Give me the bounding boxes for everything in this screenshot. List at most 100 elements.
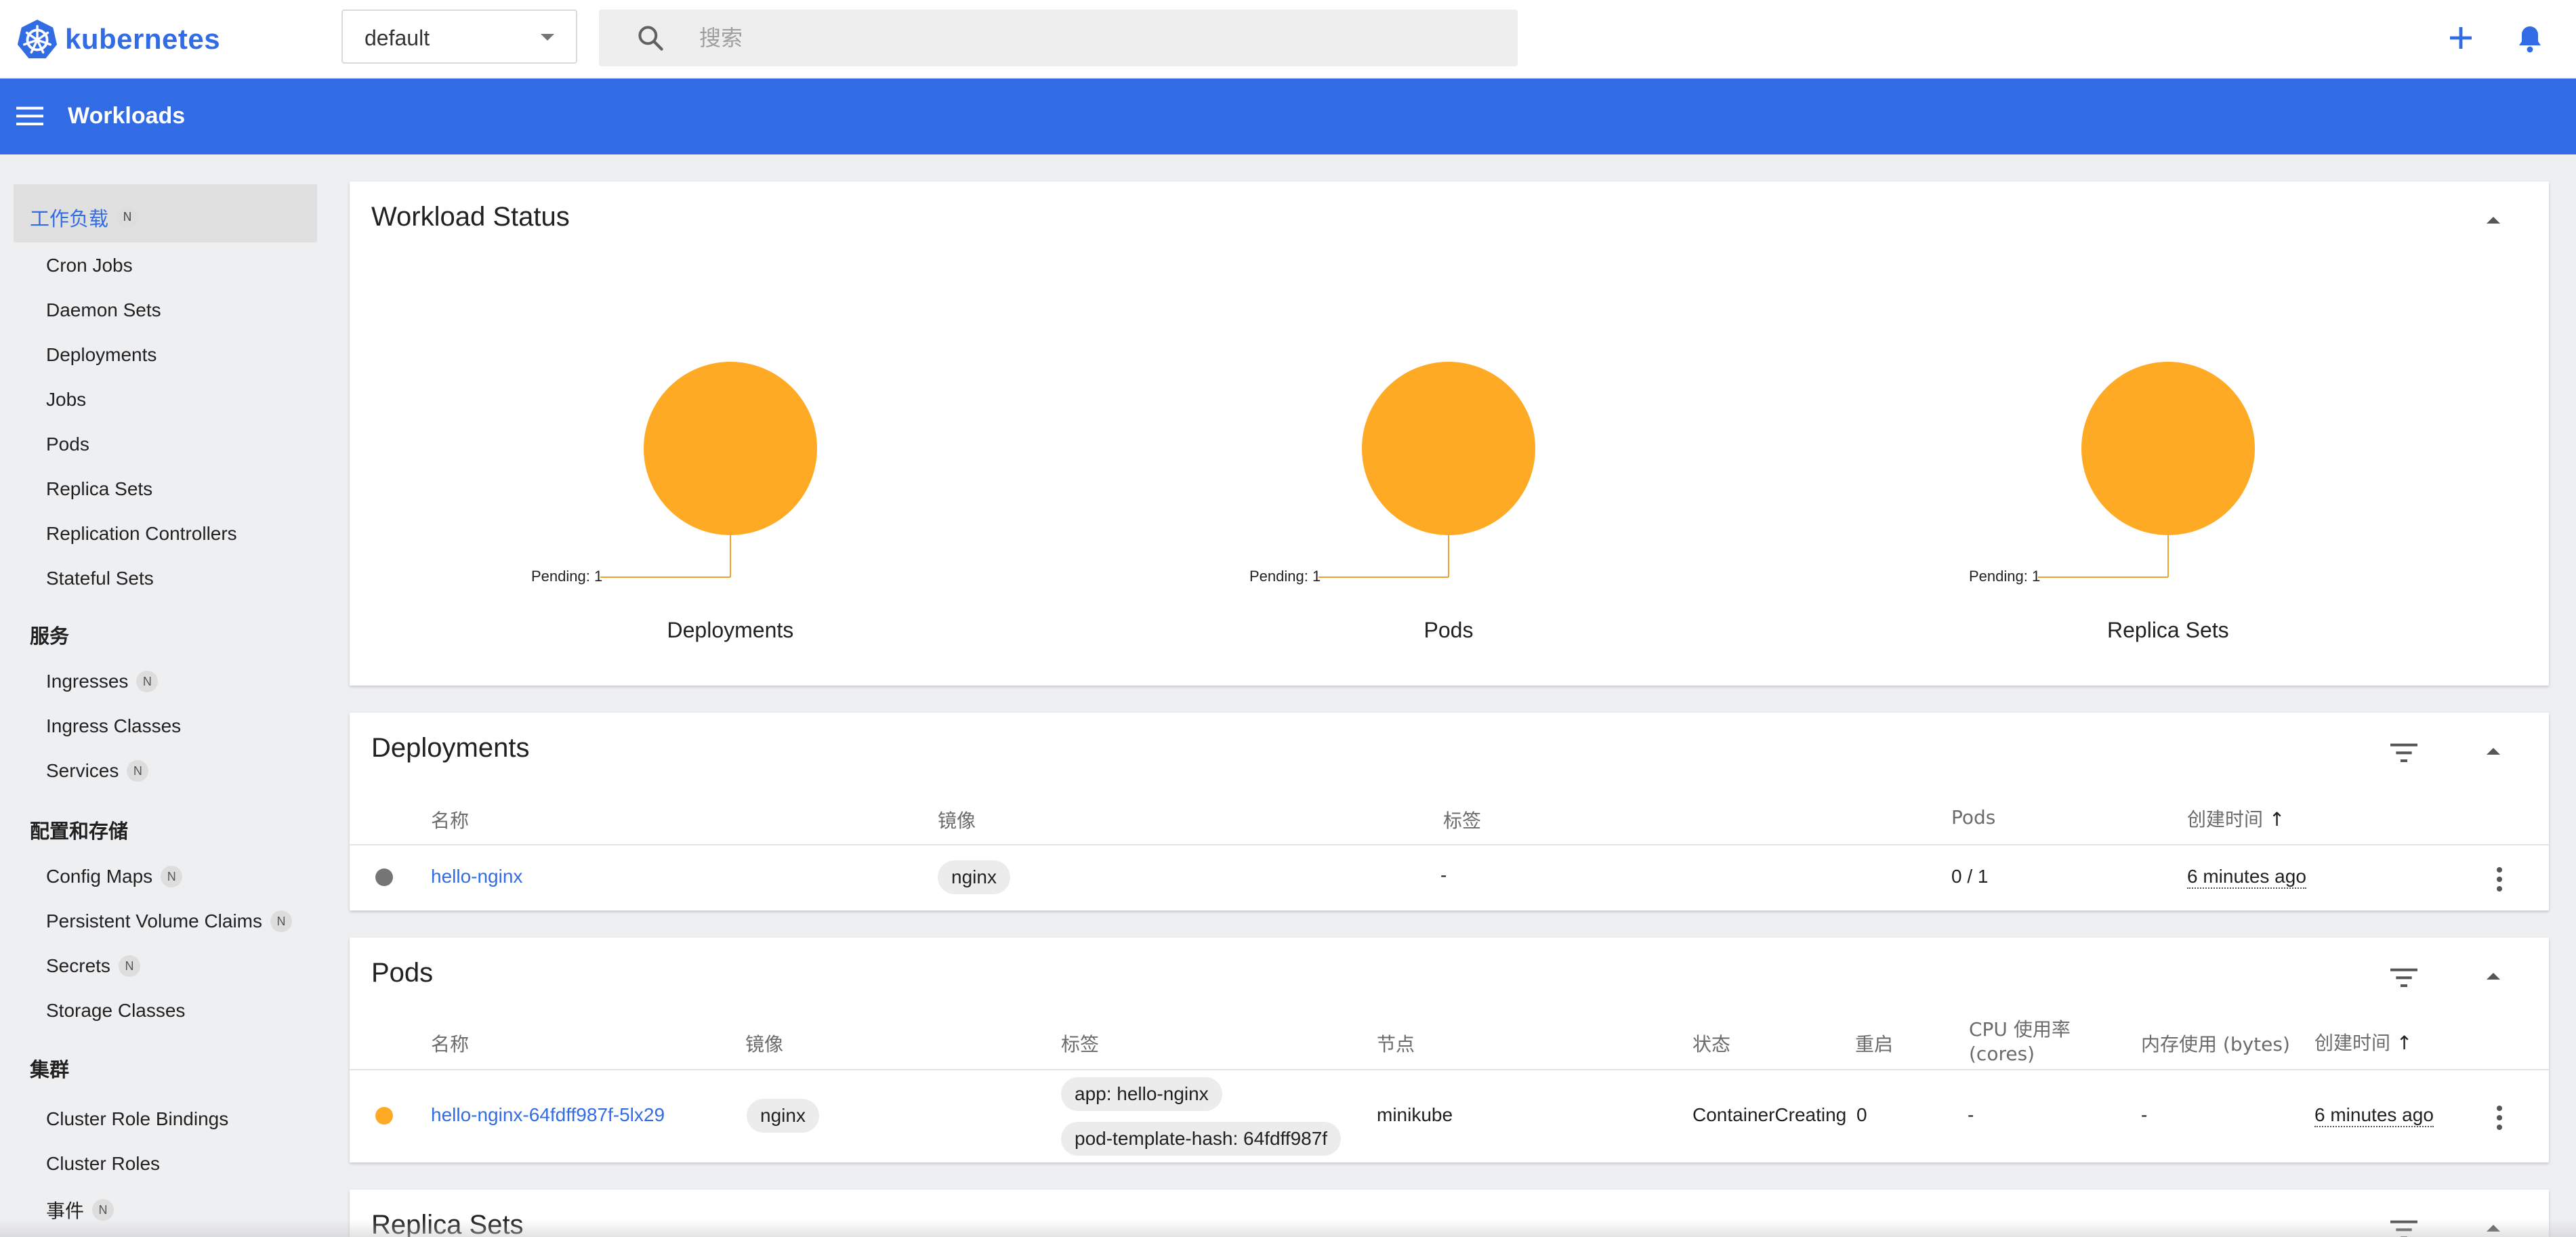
col-header-created[interactable]: 创建时间 ↑ [2187,805,2285,832]
col-header-labels[interactable]: 标签 [1443,806,1481,833]
sort-up-arrow-icon: ↑ [2396,1032,2413,1054]
col-header-name[interactable]: 名称 [431,1030,469,1057]
sidebar-group-label: 集群 [30,1058,70,1081]
top-bar: kubernetes default [0,0,2576,79]
notifications-bell-icon[interactable] [2514,22,2546,56]
logo-text: kubernetes [65,23,221,55]
legend-leader-line [2167,535,2169,577]
sidebar-item-ingresses[interactable]: Ingresses N [46,669,159,692]
namespace-select[interactable]: default [341,9,577,64]
namespace-value: default [365,26,430,50]
namespaced-badge: N [117,207,139,228]
col-header-cpu[interactable]: CPU 使用率 (cores) [1969,1018,2104,1066]
sort-up-arrow-icon: ↑ [2268,808,2285,831]
col-header-created[interactable]: 创建时间 ↑ [2314,1028,2412,1055]
sidebar-item-cron-jobs[interactable]: Cron Jobs [46,253,133,276]
sidebar-item-config-maps[interactable]: Config Maps N [46,864,183,887]
pending-legend-label: Pending: 1 [531,568,603,585]
pods-card: Pods 名称 镜像 标签 节点 状态 重启 CPU 使用率 (cores) 内… [350,938,2549,1162]
sidebar-item-daemon-sets[interactable]: Daemon Sets [46,298,161,321]
row-divider [350,844,2549,845]
image-chip: nginx [938,860,1010,894]
more-vert-icon[interactable] [2496,867,2503,894]
col-header-pods[interactable]: Pods [1951,806,1995,829]
col-header-image[interactable]: 镜像 [745,1030,783,1057]
sidebar-item-deployments[interactable]: Deployments [46,343,157,366]
sidebar-item-cluster-roles[interactable]: Cluster Roles [46,1152,160,1175]
sidebar-group-config-storage[interactable]: 配置和存储 [14,797,317,855]
create-plus-icon[interactable] [2445,22,2477,54]
sidebar: 工作负载 N Cron Jobs Daemon Sets Deployments … [0,154,332,1237]
namespaced-badge: N [127,759,149,782]
pending-slice [1362,362,1535,535]
bottom-shadow [0,1219,2576,1237]
search-icon [638,26,663,51]
col-header-memory[interactable]: 内存使用 (bytes) [2141,1030,2290,1057]
card-title: Workload Status [371,202,570,232]
status-dot-icon [375,1107,393,1125]
sidebar-item-pods[interactable]: Pods [46,432,89,455]
more-vert-icon[interactable] [2496,1106,2503,1133]
filter-icon[interactable] [2390,742,2417,763]
namespaced-badge: N [118,955,140,977]
legend-leader-line [1448,535,1449,577]
filter-icon[interactable] [2390,967,2417,988]
namespaced-badge: N [270,910,293,932]
pending-slice [644,362,817,535]
card-title: Deployments [371,733,530,763]
sidebar-item-cluster-role-bindings[interactable]: Cluster Role Bindings [46,1107,228,1130]
node-value: minikube [1377,1104,1453,1125]
sidebar-item-services[interactable]: Services N [46,759,149,782]
legend-leader-line [1318,576,1449,578]
sidebar-group-label: 服务 [30,625,70,648]
collapse-icon[interactable] [2487,973,2500,980]
image-chip: nginx [747,1099,819,1133]
labels-value: - [1440,864,1447,885]
sidebar-item-storage-classes[interactable]: Storage Classes [46,999,185,1022]
namespaced-badge: N [161,865,183,887]
sidebar-item-replica-sets[interactable]: Replica Sets [46,477,152,500]
menu-icon[interactable] [16,104,43,127]
collapse-icon[interactable] [2487,217,2500,224]
legend-leader-line [730,535,731,577]
col-header-labels[interactable]: 标签 [1061,1030,1099,1057]
sidebar-item-stateful-sets[interactable]: Stateful Sets [46,566,154,589]
card-title: Pods [371,958,434,988]
col-header-name[interactable]: 名称 [431,806,469,833]
col-header-node[interactable]: 节点 [1377,1030,1415,1057]
search-bar[interactable] [599,9,1518,66]
pending-legend-label: Pending: 1 [1969,568,2041,585]
col-header-image[interactable]: 镜像 [938,806,976,833]
legend-leader-line [600,576,730,578]
pods-value: 0 / 1 [1951,866,1989,887]
sidebar-group-label: 工作负载 [30,207,109,230]
sidebar-item-ingress-classes[interactable]: Ingress Classes [46,714,181,737]
sidebar-group-workloads[interactable]: 工作负载 N [14,184,317,243]
kubernetes-logo[interactable]: kubernetes [16,18,220,60]
sidebar-item-persistent-volume-claims[interactable]: Persistent Volume Claims N [46,909,293,932]
deployments-card: Deployments 名称 镜像 标签 Pods 创建时间 ↑ hello-n… [350,713,2549,910]
memory-value: - [2141,1104,2148,1125]
created-value: 6 minutes ago [2314,1104,2434,1127]
status-dot-icon [375,868,393,886]
label-chip: pod-template-hash: 64fdff987f [1061,1122,1342,1156]
workload-status-card: Workload Status Pending: 1 Deployments Pen… [350,182,2549,686]
sidebar-item-jobs[interactable]: Jobs [46,387,86,411]
sidebar-item-replication-controllers[interactable]: Replication Controllers [46,522,237,545]
created-value: 6 minutes ago [2187,866,2306,889]
sidebar-group-services[interactable]: 服务 [14,602,317,660]
namespaced-badge: N [136,670,159,692]
pod-name-link[interactable]: hello-nginx-64fdff987f-5lx29 [431,1104,665,1126]
collapse-icon[interactable] [2487,748,2500,755]
page-header-bar: Workloads [0,79,2576,154]
pending-slice [2081,362,2255,535]
sidebar-group-cluster[interactable]: 集群 [14,1035,317,1093]
page-title: Workloads [68,103,186,129]
legend-leader-line [2038,576,2168,578]
namespaced-badge: N [92,1199,115,1221]
col-header-status[interactable]: 状态 [1692,1030,1730,1057]
search-input[interactable] [699,9,1499,66]
sidebar-item-secrets[interactable]: Secrets N [46,954,140,977]
col-header-restarts[interactable]: 重启 [1855,1030,1893,1057]
deployment-name-link[interactable]: hello-nginx [431,866,522,887]
